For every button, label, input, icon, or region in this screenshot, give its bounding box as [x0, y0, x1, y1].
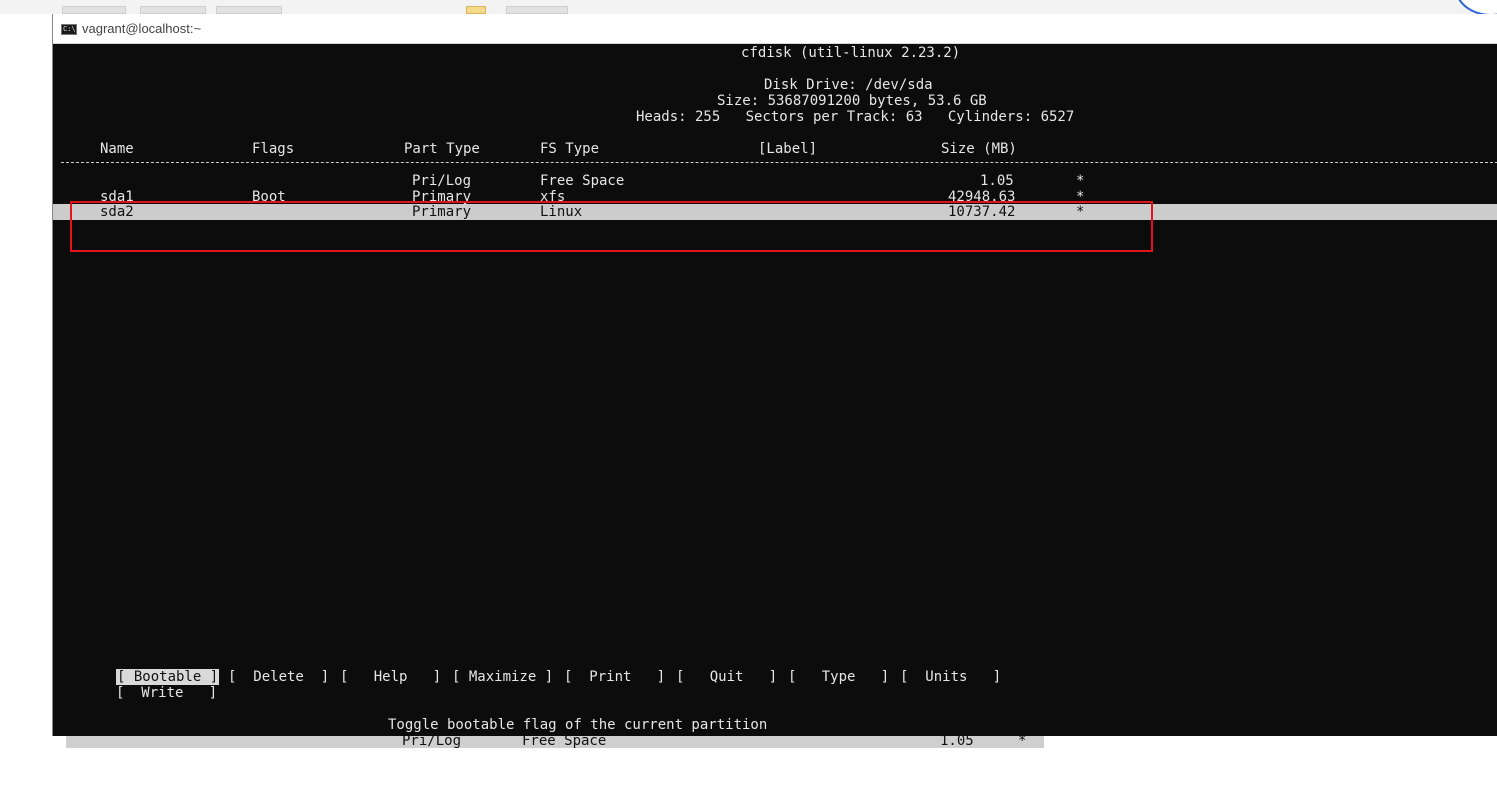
partition-row-0-part-type[interactable]: Pri/Log — [412, 173, 471, 189]
menu-delete-button[interactable]: [ Delete ] — [228, 669, 329, 685]
folder-icon — [466, 6, 486, 14]
background-tab — [140, 6, 206, 14]
menu-quit-button[interactable]: [ Quit ] — [676, 669, 777, 685]
window-titlebar[interactable]: C:\ vagrant@localhost:~ — [53, 14, 1497, 44]
menu-units-button[interactable]: [ Units ] — [900, 669, 1001, 685]
menu-help-button[interactable]: [ Help ] — [340, 669, 441, 685]
partition-row-0-mark: * — [1076, 173, 1085, 189]
menu-bootable-button[interactable]: [ Bootable ] — [116, 669, 220, 685]
background-tab — [62, 6, 126, 14]
terminal-app-icon: C:\ — [61, 24, 77, 35]
background-tab — [216, 6, 282, 14]
menu-print-button[interactable]: [ Print ] — [564, 669, 665, 685]
terminal-window[interactable]: C:\ vagrant@localhost:~ cfdisk (util-lin… — [52, 14, 1497, 736]
column-header-part-type: Part Type — [404, 141, 480, 157]
menu-write-button[interactable]: [ Write ] — [116, 685, 217, 701]
background-taskbar-strip — [0, 0, 1497, 14]
disk-geometry-line: Heads: 255 Sectors per Track: 63 Cylinde… — [636, 109, 1075, 125]
disk-size-line: Size: 53687091200 bytes, 53.6 GB — [717, 93, 987, 109]
column-header-size: Size (MB) — [941, 141, 1017, 157]
cfdisk-version: cfdisk (util-linux 2.23.2) — [741, 45, 961, 61]
window-title: vagrant@localhost:~ — [82, 21, 202, 36]
header-divider — [61, 162, 1497, 163]
background-tab — [506, 6, 568, 14]
annotation-highlight-box — [70, 201, 1153, 252]
partition-row-0-size[interactable]: 1.05 — [980, 173, 1014, 189]
column-header-label: [Label] — [758, 141, 818, 157]
terminal-screen[interactable]: cfdisk (util-linux 2.23.2) Disk Drive: /… — [53, 44, 1497, 736]
status-line: Toggle bootable flag of the current part… — [388, 717, 768, 733]
disk-drive-line: Disk Drive: /dev/sda — [764, 77, 933, 93]
menu-maximize-button[interactable]: [ Maximize ] — [452, 669, 553, 685]
column-header-fs-type: FS Type — [540, 141, 600, 157]
column-header-flags: Flags — [252, 141, 295, 157]
partition-row-0-fs-type[interactable]: Free Space — [540, 173, 624, 189]
column-header-name: Name — [100, 141, 134, 157]
menu-type-button[interactable]: [ Type ] — [788, 669, 889, 685]
